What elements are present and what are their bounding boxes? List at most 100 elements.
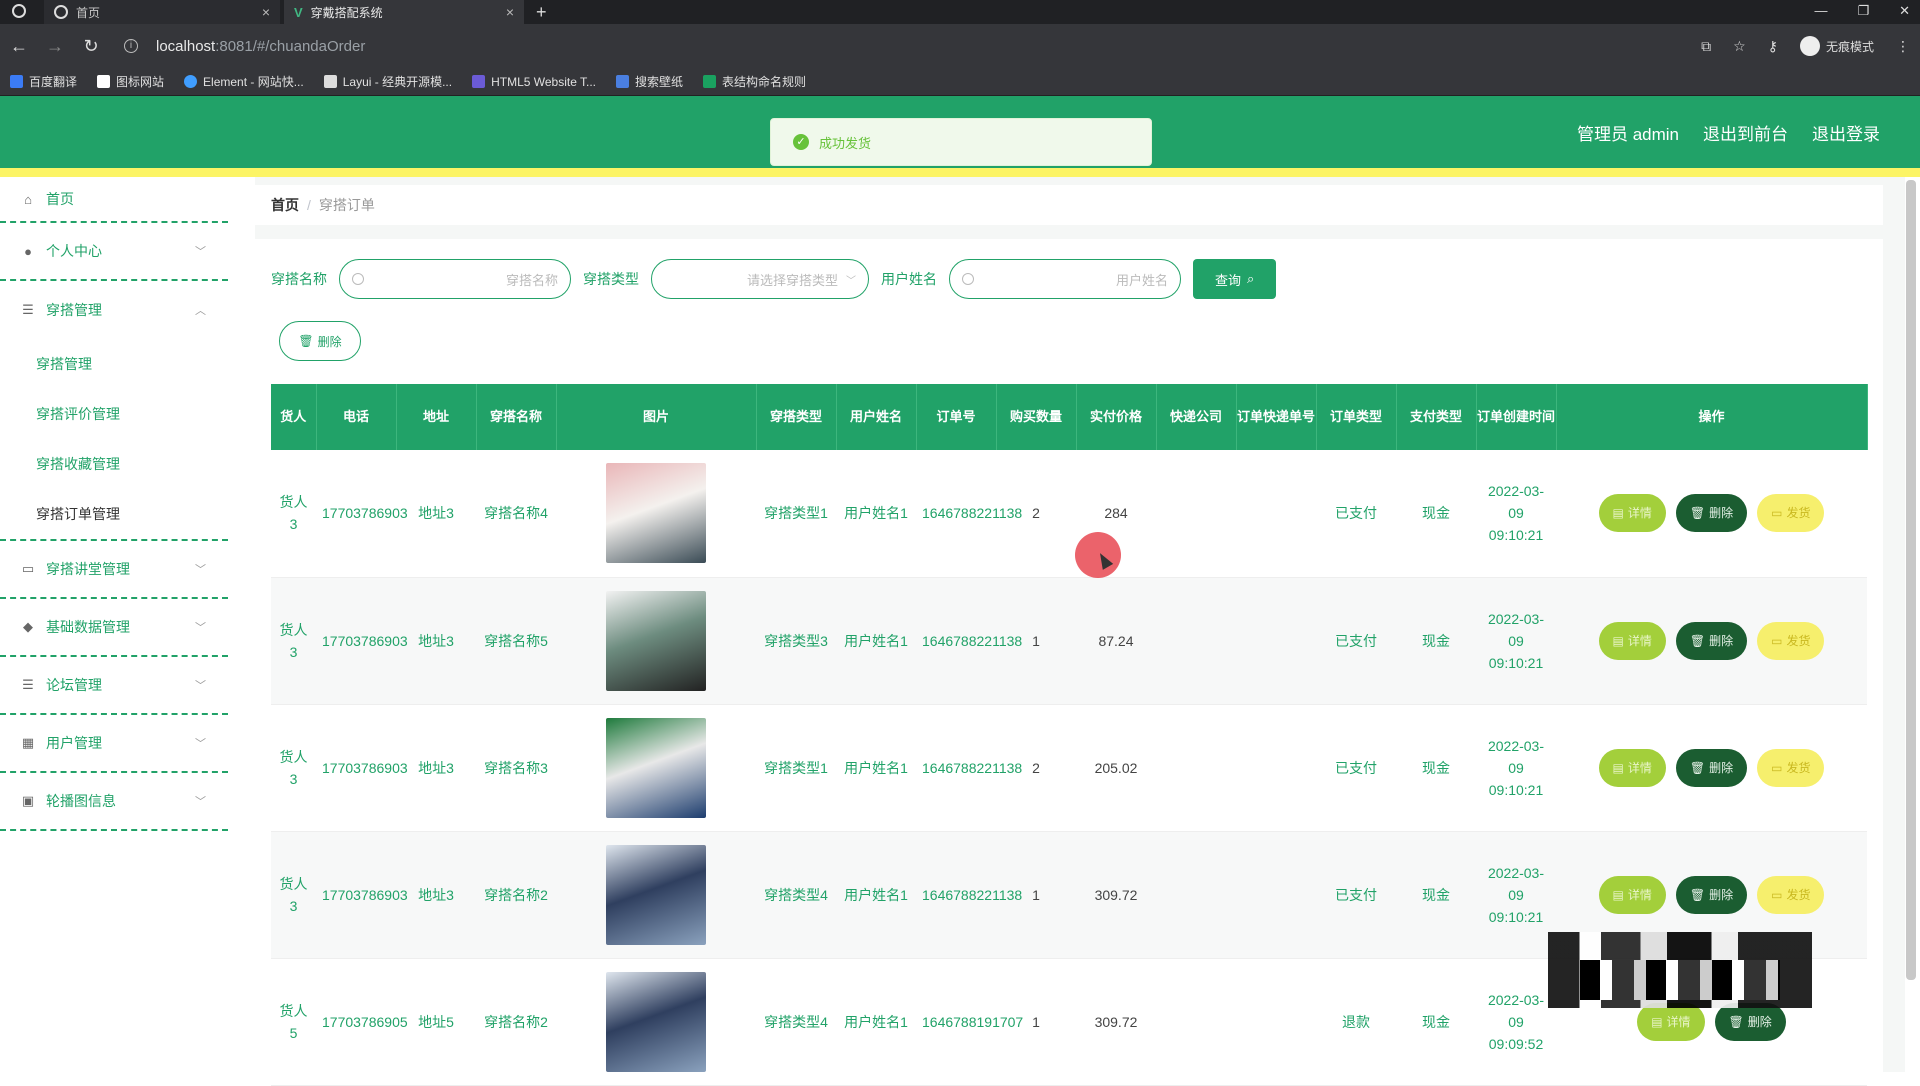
detail-button[interactable]: ▤ 详情 <box>1637 1002 1705 1041</box>
outfit-thumbnail[interactable] <box>606 590 706 691</box>
table-row[interactable]: 货人3 17703786903 地址3 穿搭名称5 穿搭类型3 用户姓名1 16467882… <box>271 577 1867 705</box>
cell-address: 地址3 <box>396 831 476 959</box>
site-info-icon[interactable]: i <box>124 39 138 53</box>
cell-created: 2022-03-09 09:10:21 <box>1476 704 1556 832</box>
user-name-input[interactable]: 用户姓名 <box>949 259 1181 299</box>
globe-icon <box>54 5 68 19</box>
chevron-down-icon: ﹀ <box>195 680 206 692</box>
browser-tab-app[interactable]: V 穿戴搭配系统 × <box>284 0 524 24</box>
bookmark-item[interactable]: 百度翻译 <box>10 73 77 90</box>
back-icon[interactable]: ← <box>10 36 28 57</box>
bulk-delete-button[interactable]: 🗑 删除 <box>279 321 361 361</box>
bookmark-item[interactable]: Layui - 经典开源模... <box>323 73 452 90</box>
detail-button[interactable]: ▤ 详情 <box>1598 621 1666 660</box>
outfit-name-input[interactable]: 穿搭名称 <box>339 259 571 299</box>
table-header-cell: 穿搭名称 <box>476 384 557 450</box>
cell-courier <box>1156 831 1236 959</box>
ship-button[interactable]: ▭ 发货 <box>1757 875 1825 914</box>
sidebar-item-outfit[interactable]: ☰ 穿搭管理 ︿ <box>0 281 228 339</box>
sidebar-item-personal[interactable]: ● 个人中心 ﹀ <box>0 223 228 281</box>
delete-button[interactable]: 🗑 删除 <box>1675 621 1748 660</box>
table-header-cell: 订单类型 <box>1316 384 1397 450</box>
outfit-thumbnail[interactable] <box>606 717 706 818</box>
bulk-delete-label: 删除 <box>317 334 342 349</box>
breadcrumb-home[interactable]: 首页 <box>271 195 299 215</box>
delete-button-label: 删除 <box>1709 633 1734 648</box>
incognito-profile[interactable]: 无痕模式 <box>1799 36 1874 56</box>
trash-icon: 🗑 <box>1689 760 1706 775</box>
detail-button-label: 详情 <box>1666 1014 1691 1029</box>
bookmark-star-icon[interactable]: ☆ <box>1733 38 1746 55</box>
search-icon <box>352 273 364 285</box>
cell-price: 205.02 <box>1076 704 1156 832</box>
delete-button-label: 删除 <box>1709 506 1734 521</box>
bookmark-item[interactable]: 搜索壁纸 <box>616 73 683 90</box>
sidebar-item-banner[interactable]: ▣ 轮播图信息 ﹀ <box>0 773 228 831</box>
close-window-icon[interactable]: ✕ <box>1899 0 1910 22</box>
sidebar-item-basedata[interactable]: ◆ 基础数据管理 ﹀ <box>0 599 228 657</box>
delete-button[interactable]: 🗑 删除 <box>1714 1002 1786 1041</box>
key-icon[interactable]: ⚷ <box>1768 38 1778 55</box>
cell-price: 309.72 <box>1076 958 1156 1086</box>
table-header-row: 货人 电话 地址 穿搭名称 图片 穿搭类型 用户姓名 订单号 购买数量 实付价格 快递公司 订单快递单… <box>271 384 1868 450</box>
vue-logo-icon: V <box>294 4 303 20</box>
page-scrollbar[interactable] <box>1906 180 1916 980</box>
ship-button-label: 发货 <box>1786 760 1811 775</box>
close-tab-icon[interactable]: × <box>506 4 514 20</box>
delete-button[interactable]: 🗑 删除 <box>1675 875 1748 914</box>
sidebar-subitem-outfit-order[interactable]: 穿搭订单管理 <box>0 489 228 539</box>
to-front-link[interactable]: 退出到前台 <box>1703 120 1788 145</box>
bookmark-item[interactable]: 图标网站 <box>97 73 164 90</box>
home-icon: ⌂ <box>24 191 32 207</box>
outfit-thumbnail[interactable] <box>606 844 706 945</box>
bookmark-item[interactable]: HTML5 Website T... <box>472 75 596 89</box>
bookmark-label: Element - 网站快... <box>203 75 304 89</box>
forward-icon[interactable]: → <box>46 36 64 57</box>
detail-button[interactable]: ▤ 详情 <box>1598 875 1666 914</box>
reload-icon[interactable]: ↻ <box>82 36 100 57</box>
table-row[interactable]: 货人3 17703786903 地址3 穿搭名称3 穿搭类型1 用户姓名1 16467882… <box>271 704 1867 832</box>
delete-button[interactable]: 🗑 删除 <box>1675 748 1748 787</box>
element-icon <box>184 75 198 88</box>
new-tab-icon[interactable]: + <box>536 0 547 24</box>
ship-button[interactable]: ▭ 发货 <box>1757 494 1825 533</box>
outfit-thumbnail[interactable] <box>606 463 706 564</box>
detail-icon: ▤ <box>1651 1014 1663 1029</box>
url-field[interactable]: localhost:8081/#/chuandaOrder <box>156 38 365 55</box>
logout-link[interactable]: 退出登录 <box>1812 120 1880 145</box>
incognito-avatar-icon <box>1799 36 1820 56</box>
sidebar-item-users[interactable]: ▦ 用户管理 ﹀ <box>0 715 228 773</box>
ship-button[interactable]: ▭ 发货 <box>1757 748 1825 787</box>
delete-button[interactable]: 🗑 删除 <box>1675 494 1748 533</box>
row-actions: ▤ 详情 🗑 删除 ▭ 发货 <box>1562 875 1861 914</box>
bookmark-item[interactable]: Element - 网站快... <box>184 73 304 90</box>
query-button[interactable]: 查询 ⌕ <box>1193 259 1277 299</box>
bookmark-item[interactable]: 表结构命名规则 <box>703 73 806 90</box>
browser-menu-icon[interactable]: ⋮ <box>1896 38 1910 55</box>
table-row[interactable]: 货人3 17703786903 地址3 穿搭名称4 穿搭类型1 用户姓名1 16467882… <box>271 450 1867 578</box>
sidebar-subitem-outfit[interactable]: 穿搭管理 <box>0 339 228 389</box>
header-links: 管理员 admin 退出到前台 退出登录 <box>1577 96 1880 168</box>
detail-button[interactable]: ▤ 详情 <box>1598 748 1666 787</box>
cell-name: 穿搭名称2 <box>476 831 556 959</box>
cell-courier <box>1156 577 1236 705</box>
restore-icon[interactable]: ❐ <box>1857 0 1869 22</box>
sidebar-subitem-outfit-review[interactable]: 穿搭评价管理 <box>0 389 228 439</box>
chevron-down-icon: ﹀ <box>846 275 856 287</box>
outfit-thumbnail[interactable] <box>606 971 706 1072</box>
sidebar-item-home[interactable]: ⌂ 首页 <box>0 177 228 223</box>
close-tab-icon[interactable]: × <box>262 4 270 20</box>
sidebar-item-forum[interactable]: ☰ 论坛管理 ﹀ <box>0 657 228 715</box>
bookmark-label: 百度翻译 <box>29 75 78 89</box>
outfit-type-select[interactable]: 请选择穿搭类型 ﹀ <box>651 259 869 299</box>
sidebar-subitem-outfit-favorite[interactable]: 穿搭收藏管理 <box>0 439 228 489</box>
translate-icon[interactable]: ⧉ <box>1701 38 1711 55</box>
grid-icon: ▦ <box>21 735 35 750</box>
sidebar-item-lecture[interactable]: ▭ 穿搭讲堂管理 ﹀ <box>0 541 228 599</box>
cell-name: 穿搭名称4 <box>476 450 556 578</box>
minimize-icon[interactable]: — <box>1814 0 1827 22</box>
cell-pay-type: 现金 <box>1396 577 1476 705</box>
detail-button[interactable]: ▤ 详情 <box>1598 494 1666 533</box>
ship-button[interactable]: ▭ 发货 <box>1757 621 1825 660</box>
browser-tab-home[interactable]: 首页 × <box>44 0 280 24</box>
